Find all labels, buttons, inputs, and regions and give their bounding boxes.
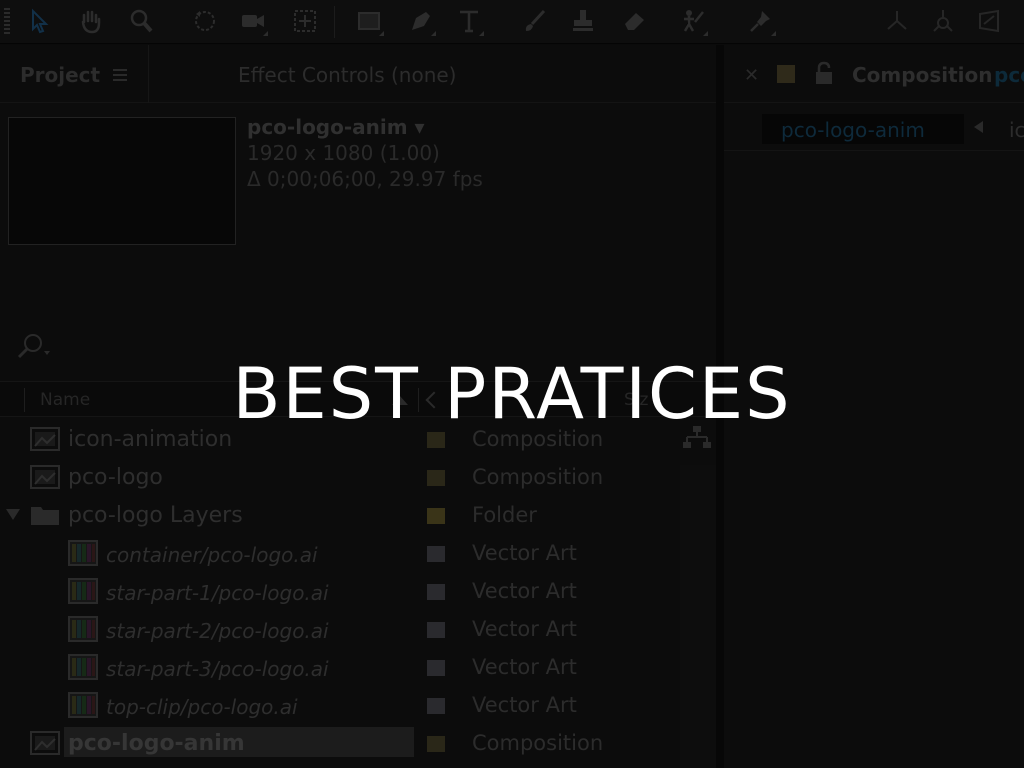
project-item-type: Vector Art [472, 579, 577, 603]
world-axis-icon[interactable] [926, 4, 960, 38]
vector-art-icon [68, 540, 98, 566]
project-item-row[interactable]: star-part-3/pco-logo.ai Vector Art [0, 647, 716, 685]
close-icon[interactable]: ✕ [744, 65, 759, 86]
label-color-swatch[interactable] [427, 660, 445, 676]
project-item-row[interactable]: pco-logo Composition [0, 457, 716, 495]
vector-art-icon [68, 616, 98, 642]
selected-comp-name[interactable]: pco-logo-anim ▾ [247, 115, 425, 139]
project-item-row-selected[interactable]: pco-logo-anim Composition [0, 723, 716, 761]
project-item-name: star-part-1/pco-logo.ai [106, 581, 329, 605]
toolbar-grip[interactable] [4, 8, 10, 36]
pan-behind-tool-icon[interactable] [288, 4, 322, 38]
composition-tab-name[interactable]: pco [994, 63, 1024, 87]
project-item-type: Folder [472, 503, 537, 527]
comp-duration: Δ 0;00;06;00, 29.97 fps [247, 167, 483, 191]
composition-icon [30, 731, 60, 755]
comp-thumbnail [8, 117, 236, 245]
project-item-type: Vector Art [472, 541, 577, 565]
brush-tool-icon[interactable] [518, 4, 552, 38]
composition-color-swatch [777, 65, 795, 83]
label-color-swatch[interactable] [427, 584, 445, 600]
project-item-row[interactable]: container/pco-logo.ai Vector Art [0, 533, 716, 571]
vector-art-icon [68, 654, 98, 680]
clone-stamp-tool-icon[interactable] [566, 4, 600, 38]
composition-panel-tabs: ✕ Composition pco [724, 45, 1024, 103]
type-tool-icon[interactable] [452, 4, 486, 38]
rotate-tool-icon[interactable] [188, 4, 222, 38]
panel-menu-icon[interactable] [113, 69, 127, 81]
breadcrumb-arrow-icon[interactable] [974, 121, 983, 133]
label-color-swatch[interactable] [427, 736, 445, 752]
tab-composition[interactable]: Composition [852, 63, 992, 87]
comp-resolution: 1920 x 1080 (1.00) [247, 141, 440, 165]
project-item-row[interactable]: star-part-2/pco-logo.ai Vector Art [0, 609, 716, 647]
expand-triangle-icon[interactable] [6, 509, 20, 520]
project-item-name: top-clip/pco-logo.ai [106, 695, 298, 719]
hand-tool-icon[interactable] [74, 4, 108, 38]
eraser-tool-icon[interactable] [618, 4, 652, 38]
project-item-type: Vector Art [472, 617, 577, 641]
label-color-swatch[interactable] [427, 622, 445, 638]
breadcrumb: pco-logo-anim ic [724, 103, 1024, 151]
project-item-name: pco-logo-anim [68, 731, 245, 756]
slide-headline: BEST PRATICES [232, 353, 792, 435]
project-item-row[interactable]: star-part-1/pco-logo.ai Vector Art [0, 571, 716, 609]
pen-tool-icon[interactable] [404, 4, 438, 38]
project-item-type: Vector Art [472, 693, 577, 717]
project-item-name: star-part-3/pco-logo.ai [106, 657, 329, 681]
label-color-swatch[interactable] [427, 508, 445, 524]
zoom-tool-icon[interactable] [124, 4, 158, 38]
project-item-name: pco-logo Layers [68, 503, 243, 528]
lock-icon[interactable] [814, 61, 834, 85]
project-panel-tabs: Project Effect Controls (none) [0, 45, 716, 103]
project-item-row[interactable]: pco-logo Layers Folder [0, 495, 716, 533]
puppet-pin-tool-icon[interactable] [744, 4, 778, 38]
label-color-swatch[interactable] [427, 546, 445, 562]
project-item-type: Vector Art [472, 655, 577, 679]
view-axis-icon[interactable] [972, 4, 1006, 38]
folder-icon [31, 507, 59, 525]
camera-tool-icon[interactable] [236, 4, 270, 38]
label-color-swatch[interactable] [427, 470, 445, 486]
tab-project[interactable]: Project [20, 63, 100, 87]
tab-effect-controls[interactable]: Effect Controls (none) [238, 63, 457, 87]
breadcrumb-next-comp[interactable]: ic [1009, 118, 1024, 142]
roto-brush-tool-icon[interactable] [676, 4, 710, 38]
project-item-name: container/pco-logo.ai [106, 543, 318, 567]
project-item-row[interactable]: top-clip/pco-logo.ai Vector Art [0, 685, 716, 723]
project-item-name: pco-logo [68, 465, 163, 490]
breadcrumb-active-comp[interactable]: pco-logo-anim [762, 114, 964, 144]
vector-art-icon [68, 692, 98, 718]
project-item-name: star-part-2/pco-logo.ai [106, 619, 329, 643]
tools-toolbar [0, 0, 1024, 44]
breadcrumb-active-label: pco-logo-anim [781, 118, 925, 142]
project-item-type: Composition [472, 731, 604, 755]
project-item-type: Composition [472, 465, 604, 489]
label-color-swatch[interactable] [427, 698, 445, 714]
rectangle-tool-icon[interactable] [352, 4, 386, 38]
local-axis-icon[interactable] [880, 4, 914, 38]
vector-art-icon [68, 578, 98, 604]
selection-tool-icon[interactable] [22, 4, 56, 38]
composition-icon [30, 465, 60, 489]
